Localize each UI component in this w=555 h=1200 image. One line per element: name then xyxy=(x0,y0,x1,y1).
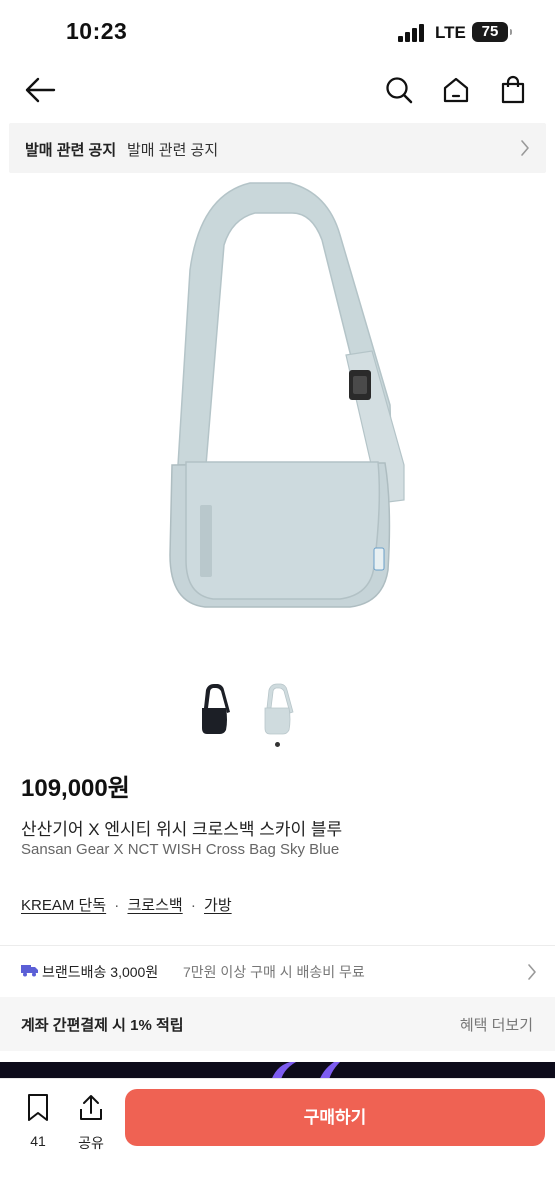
cart-button[interactable] xyxy=(495,72,531,108)
tag-separator: · xyxy=(190,897,196,914)
back-button[interactable] xyxy=(22,72,58,108)
truck-icon xyxy=(21,965,38,977)
notice-title: 발매 관련 공지 xyxy=(25,142,117,159)
top-nav xyxy=(0,64,555,118)
shipping-fee: 브랜드배송 3,000원 xyxy=(42,964,159,980)
benefit-more-link[interactable]: 혜택 더보기 xyxy=(460,1014,533,1035)
tag-separator: · xyxy=(114,897,120,914)
buy-button[interactable]: 구매하기 xyxy=(125,1089,545,1146)
home-icon xyxy=(443,77,469,103)
product-image[interactable] xyxy=(0,175,555,665)
bookmark-icon xyxy=(28,1094,48,1121)
thumbnail-strip xyxy=(0,680,555,750)
product-name-english: Sansan Gear X NCT WISH Cross Bag Sky Blu… xyxy=(21,841,340,858)
chevron-right-icon xyxy=(528,964,536,980)
thumbnail-sky-blue[interactable] xyxy=(255,680,299,738)
share-icon xyxy=(80,1095,102,1120)
bottom-action-bar: 41 공유 구매하기 xyxy=(0,1078,555,1200)
network-label: LTE xyxy=(435,23,466,42)
status-bar: 10:23 LTE 75 xyxy=(0,0,555,64)
benefit-row: 계좌 간편결제 시 1% 적립 혜택 더보기 xyxy=(0,997,555,1051)
thumbnail-black[interactable] xyxy=(192,680,236,738)
tag-crossbag[interactable]: 크로스백 xyxy=(127,897,182,914)
search-icon xyxy=(386,77,413,104)
battery-icon: 75 xyxy=(472,22,512,42)
signal-icon xyxy=(398,24,428,42)
benefit-text: 계좌 간편결제 시 1% 적립 xyxy=(21,1017,184,1034)
home-button[interactable] xyxy=(438,72,474,108)
notice-banner[interactable]: 발매 관련 공지 발매 관련 공지 xyxy=(9,123,546,173)
product-name-korean: 산산기어 X 엔시티 위시 크로스백 스카이 블루 xyxy=(21,820,343,839)
category-tags: KREAM 단독 · 크로스백 · 가방 xyxy=(21,894,232,915)
free-shipping-note: 7만원 이상 구매 시 배송비 무료 xyxy=(183,964,365,980)
shipping-info-row[interactable]: 브랜드배송 3,000원 7만원 이상 구매 시 배송비 무료 xyxy=(0,946,555,996)
notice-subtitle: 발매 관련 공지 xyxy=(127,142,219,159)
bookmark-button[interactable]: 41 xyxy=(20,1091,56,1151)
share-label: 공유 xyxy=(78,1135,104,1151)
search-button[interactable] xyxy=(381,72,417,108)
back-arrow-icon xyxy=(25,77,56,103)
status-time: 10:23 xyxy=(66,18,128,44)
selected-indicator-dot xyxy=(275,742,280,747)
shopping-bag-icon xyxy=(501,75,525,104)
product-price: 109,000원 xyxy=(21,775,130,802)
share-button[interactable]: 공유 xyxy=(72,1091,110,1151)
tag-bag[interactable]: 가방 xyxy=(204,897,232,914)
tag-kream-exclusive[interactable]: KREAM 단독 xyxy=(21,897,106,914)
bookmark-count: 41 xyxy=(30,1133,46,1149)
chevron-right-icon xyxy=(521,140,529,156)
